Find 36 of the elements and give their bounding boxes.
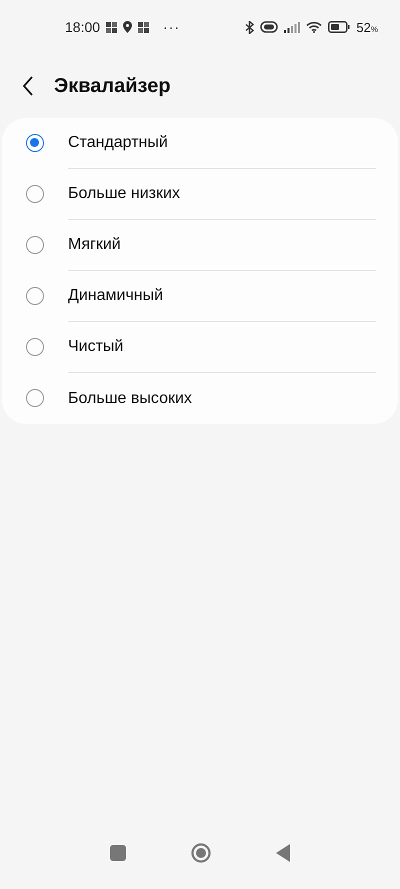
- option-label: Динамичный: [68, 271, 376, 322]
- signal-icon: [284, 22, 300, 32]
- back-nav-button[interactable]: [276, 844, 290, 862]
- radio-button[interactable]: [26, 389, 44, 407]
- radio-button[interactable]: [26, 236, 44, 254]
- option-label: Мягкий: [68, 220, 376, 271]
- option-item[interactable]: Чистый: [2, 322, 398, 373]
- battery-percent-sign: %: [370, 24, 378, 34]
- page-title: Эквалайзер: [54, 74, 171, 98]
- battery-percent: 52: [356, 20, 371, 34]
- more-notifications: ···: [163, 19, 180, 35]
- home-button[interactable]: [190, 843, 211, 863]
- vibrate-icon: [260, 21, 278, 33]
- back-button[interactable]: [22, 76, 34, 96]
- option-label: Больше высоких: [68, 388, 193, 408]
- option-item[interactable]: Мягкий: [2, 220, 398, 271]
- bluetooth-icon: [245, 20, 254, 34]
- back-icon: [22, 76, 34, 96]
- wifi-icon: [306, 21, 322, 33]
- option-label: Больше низких: [68, 169, 376, 220]
- status-time: 18:00: [65, 19, 100, 35]
- radio-button[interactable]: [26, 185, 44, 203]
- recents-button[interactable]: [110, 845, 126, 861]
- option-item[interactable]: Больше высоких: [2, 373, 398, 424]
- location-icon: [123, 21, 132, 33]
- radio-button[interactable]: [26, 338, 44, 356]
- option-item[interactable]: Стандартный: [2, 118, 398, 169]
- option-item[interactable]: Динамичный: [2, 271, 398, 322]
- radio-button[interactable]: [26, 134, 44, 152]
- option-item[interactable]: Больше низких: [2, 169, 398, 220]
- app-notification-icon: [138, 22, 150, 32]
- option-label: Стандартный: [68, 118, 376, 169]
- option-label: Чистый: [68, 322, 376, 373]
- battery-icon: [328, 21, 350, 33]
- radio-button[interactable]: [26, 287, 44, 305]
- app-notification-icon: [106, 22, 118, 32]
